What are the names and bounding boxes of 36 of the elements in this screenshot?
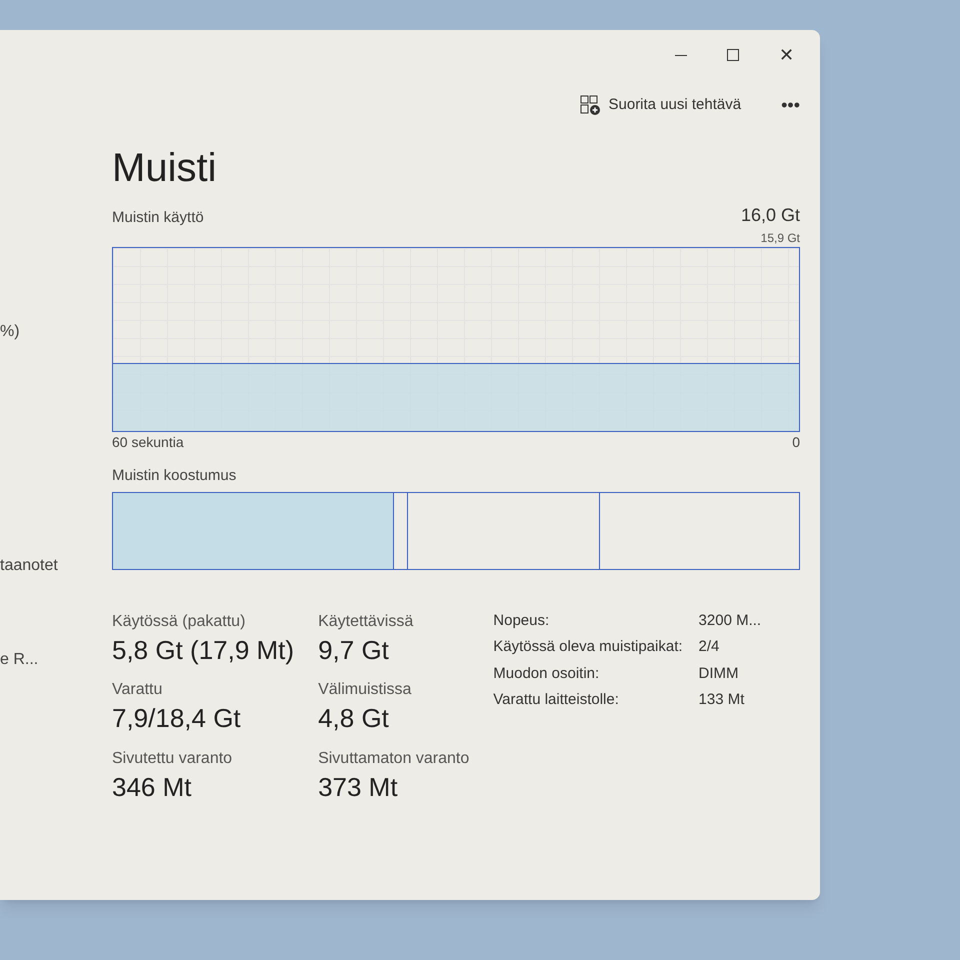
detail-value: 133 Mt	[698, 690, 746, 710]
sidebar-item[interactable]: taanotet	[0, 554, 112, 578]
detail-label: Nopeus:	[493, 610, 550, 630]
new-task-icon	[578, 94, 600, 116]
total-memory: 16,0 Gt	[740, 204, 800, 227]
stat-label: Varattu	[112, 680, 164, 700]
sidebar-item[interactable]: %)	[0, 320, 112, 344]
page-title: Muisti	[112, 145, 218, 192]
graph-time-label: 60 sekuntia	[112, 433, 184, 452]
stat-label: Välimuistissa	[318, 680, 412, 700]
stat-label: Käytettävissä	[318, 612, 414, 632]
detail-label: Muodon osoitin:	[493, 664, 600, 684]
more-icon[interactable]: •••	[781, 96, 800, 114]
detail-label: Varattu laitteistolle:	[493, 690, 620, 710]
detail-value: 2/4	[698, 637, 720, 657]
detail-value: 3200 M...	[698, 610, 762, 630]
stat-label: Sivutettu varanto	[112, 748, 234, 768]
stat-label: Käytössä (pakattu)	[112, 612, 246, 632]
sidebar-item[interactable]: e R...	[0, 648, 112, 672]
stat-value: 373 Mt	[318, 770, 399, 803]
chart-label: Muistin käyttö	[112, 208, 204, 228]
stat-value: 9,7 Gt	[318, 634, 390, 666]
stat-value: 346 Mt	[112, 770, 192, 803]
minimize-icon[interactable]	[675, 54, 687, 56]
detail-label: Käytössä oleva muistipaikat:	[493, 637, 683, 657]
graph-max: 15,9 Gt	[760, 230, 800, 247]
graph-min-label: 0	[792, 433, 800, 452]
stat-value: 4,8 Gt	[318, 702, 390, 734]
close-icon[interactable]: ✕	[779, 46, 794, 64]
run-task-button[interactable]: Suorita uusi tehtävä	[578, 94, 742, 116]
composition-label: Muistin koostumus	[112, 466, 238, 486]
detail-value: DIMM	[698, 664, 740, 684]
stat-label: Sivuttamaton varanto	[318, 748, 470, 768]
stat-value: 5,8 Gt (17,9 Mt)	[112, 634, 294, 666]
maximize-icon[interactable]	[727, 49, 739, 61]
stat-value: 7,9/18,4 Gt	[112, 702, 242, 734]
